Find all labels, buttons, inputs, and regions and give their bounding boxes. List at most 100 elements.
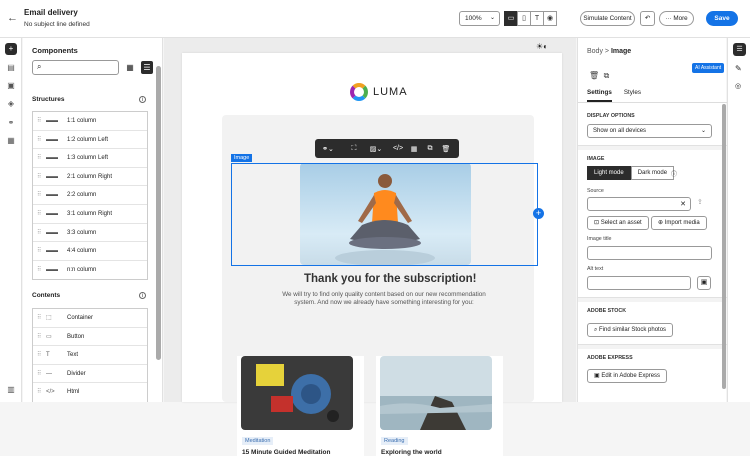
- info-icon[interactable]: ⓘ: [671, 169, 677, 178]
- undo-icon[interactable]: ↶: [640, 11, 655, 26]
- email-body: LUMA Image + ⚭⌄ ⛶ ▨⌄ </> ▦ ⧉ 🗑 Thank you…: [182, 53, 562, 456]
- mobile-icon[interactable]: ▯: [517, 11, 531, 26]
- duplicate-icon[interactable]: ⧉: [604, 71, 610, 80]
- left-rail: + ▤ ▣ ◈ ⚭ ▦ ▥: [0, 38, 22, 402]
- container-icon: ⬚: [46, 315, 52, 321]
- content-item[interactable]: ⠿ T Text: [33, 346, 147, 365]
- display-options-select[interactable]: Show on all devices ⌄: [587, 124, 712, 138]
- adobe-express-label: ADOBE EXPRESS: [587, 355, 633, 361]
- settings-icon[interactable]: ▥: [5, 384, 17, 396]
- zoom-value: 100%: [465, 15, 482, 22]
- product-title: Exploring the world: [381, 449, 442, 456]
- image-toolbar: ⚭⌄ ⛶ ▨⌄ </> ▦ ⧉ 🗑: [315, 139, 459, 158]
- alt-text-field[interactable]: [587, 276, 691, 290]
- link-icon[interactable]: ⚭: [5, 117, 17, 129]
- light-mode-button[interactable]: Light mode: [587, 166, 631, 180]
- save-button[interactable]: Save: [706, 11, 738, 26]
- add-icon[interactable]: +: [5, 43, 17, 55]
- components-scrollbar[interactable]: [156, 66, 161, 360]
- layers-icon[interactable]: ▤: [5, 62, 17, 74]
- fragments-icon[interactable]: ▦: [5, 135, 17, 147]
- structure-item[interactable]: ⠿ ▬▬ 4:4 column: [33, 242, 147, 261]
- subject-line: No subject line defined: [24, 21, 90, 28]
- delete-icon[interactable]: 🗑: [438, 145, 454, 153]
- search-icon: ⌕: [37, 62, 42, 71]
- desktop-icon[interactable]: ▭: [504, 11, 518, 26]
- image-title-field[interactable]: [587, 246, 712, 260]
- components-panel: Components ⌕ ▦ ☰ Structures i ⠿ ▬▬ 1:1 col…: [23, 38, 163, 402]
- structure-item[interactable]: ⠿ ▬▬ n:n column: [33, 261, 147, 280]
- source-field[interactable]: ✕: [587, 197, 691, 211]
- personalize-icon[interactable]: ⛶: [346, 145, 362, 153]
- image-options-icon[interactable]: ▨⌄: [368, 145, 384, 153]
- adobe-stock-label: ADOBE STOCK: [587, 308, 627, 314]
- import-media-button[interactable]: ⊕ Import media: [651, 216, 707, 230]
- product-image: [380, 356, 492, 430]
- content-item[interactable]: ⠿ ⬚ Container: [33, 309, 147, 328]
- product-card[interactable]: Meditation 15 Minute Guided Meditation: [237, 356, 364, 456]
- contents-heading: Contents: [32, 292, 61, 299]
- right-rail: ☰ ✎ ◎: [727, 38, 750, 402]
- theme-toggle-icon[interactable]: ☀◐: [536, 42, 548, 51]
- tab-styles[interactable]: Styles: [624, 89, 641, 102]
- personalize-icon[interactable]: ▣: [697, 276, 711, 290]
- info-icon[interactable]: i: [139, 96, 146, 103]
- panel-scrollbar[interactable]: [722, 104, 726, 389]
- list-view-icon[interactable]: ☰: [141, 61, 153, 74]
- image-selection-outline: [231, 163, 538, 266]
- preview-eye-icon[interactable]: ◉: [543, 11, 557, 26]
- content-item[interactable]: ⠿ </> Html: [33, 383, 147, 402]
- clear-icon[interactable]: ✕: [680, 200, 686, 208]
- link-icon[interactable]: ⚭⌄: [320, 145, 336, 153]
- product-tag: Meditation: [242, 437, 274, 445]
- dark-mode-button[interactable]: Dark mode: [630, 166, 675, 180]
- zoom-select[interactable]: 100% ⌄: [459, 11, 500, 26]
- structure-item[interactable]: ⠿ ▬▬ 3:3 column: [33, 224, 147, 243]
- upload-icon[interactable]: ⇪: [697, 198, 703, 206]
- properties-panel: Body > Image 🗑 ⧉ Settings Styles DISPLAY …: [577, 38, 727, 402]
- content-item[interactable]: ⠿ — Divider: [33, 365, 147, 384]
- chevron-down-icon: ⌄: [700, 128, 706, 134]
- structure-item[interactable]: ⠿ ▬▬ 1:3 column Left: [33, 149, 147, 168]
- assets-icon[interactable]: ▣: [5, 80, 17, 92]
- delete-icon[interactable]: 🗑: [589, 71, 599, 80]
- more-button[interactable]: ··· More: [659, 11, 694, 26]
- select-parent-icon[interactable]: ▦: [406, 145, 422, 153]
- image-section-label: IMAGE: [587, 156, 605, 162]
- product-card[interactable]: Reading Exploring the world: [376, 356, 503, 456]
- luma-logo: LUMA: [350, 83, 408, 101]
- mode-toggle: Light mode Dark mode: [587, 166, 675, 180]
- structure-item[interactable]: ⠿ ▬▬ 1:2 column Left: [33, 131, 147, 150]
- image-tag: Image: [231, 154, 253, 162]
- duplicate-icon[interactable]: ⧉: [422, 145, 438, 153]
- add-block-icon[interactable]: +: [533, 208, 544, 219]
- display-options-label: DISPLAY OPTIONS: [587, 113, 635, 119]
- tab-settings[interactable]: Settings: [587, 89, 612, 102]
- content-item[interactable]: ⠿ ▭ Button: [33, 328, 147, 347]
- text-icon: T: [46, 352, 50, 359]
- grid-view-icon[interactable]: ▦: [124, 61, 136, 74]
- panel-tabs: Settings Styles: [587, 89, 641, 102]
- find-stock-button[interactable]: ⌕ Find similar Stock photos: [587, 323, 674, 337]
- navigation-tree-icon[interactable]: ◈: [5, 98, 17, 110]
- structure-item[interactable]: ⠿ ▬▬ 2:2 column: [33, 186, 147, 205]
- info-icon[interactable]: i: [139, 292, 146, 299]
- structure-item[interactable]: ⠿ ▬▬ 3:1 column Right: [33, 205, 147, 224]
- edit-express-button[interactable]: ▣ Edit in Adobe Express: [587, 369, 668, 383]
- breadcrumb-body[interactable]: Body: [587, 48, 603, 55]
- structure-item[interactable]: ⠿ ▬▬ 1:1 column: [33, 112, 147, 131]
- ai-assistant-icon[interactable]: ✎: [735, 64, 742, 73]
- back-arrow-icon[interactable]: ←: [7, 12, 18, 24]
- accessibility-icon[interactable]: ◎: [735, 82, 741, 90]
- components-title: Components: [32, 46, 78, 55]
- select-asset-button[interactable]: ⊡ Select an asset: [587, 216, 649, 230]
- structure-item[interactable]: ⠿ ▬▬ 2:1 column Right: [33, 168, 147, 187]
- simulate-content-button[interactable]: Simulate Content: [580, 11, 635, 26]
- ai-assistant-tooltip: AI Assistant: [692, 63, 725, 73]
- text-view-icon[interactable]: T: [530, 11, 544, 26]
- search-input[interactable]: ⌕: [32, 60, 119, 75]
- properties-icon[interactable]: ☰: [733, 43, 746, 56]
- code-icon[interactable]: </>: [390, 145, 406, 152]
- product-title: 15 Minute Guided Meditation: [242, 449, 331, 456]
- email-description: We will try to find only quality content…: [282, 291, 486, 306]
